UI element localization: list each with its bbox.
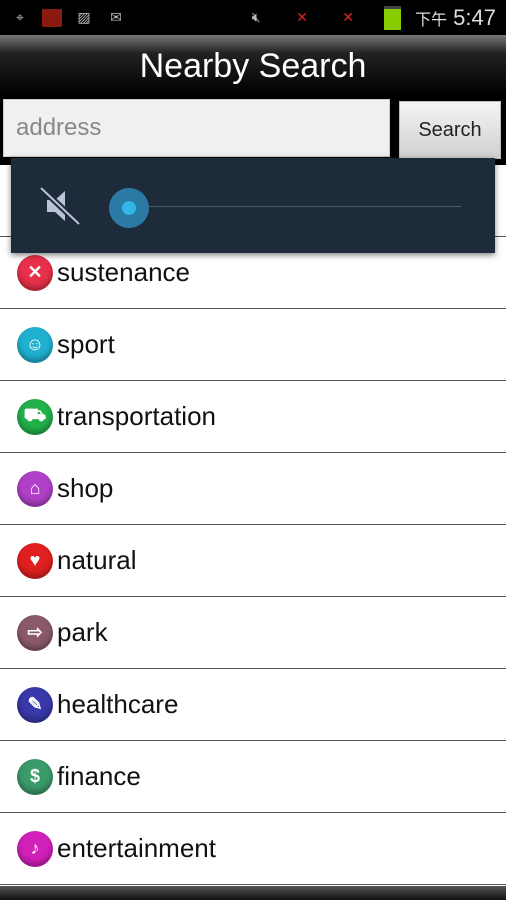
list-item-label: healthcare bbox=[57, 689, 179, 719]
volume-popup bbox=[11, 158, 495, 253]
flag-icon bbox=[42, 8, 62, 27]
park-icon: ⇨ bbox=[17, 614, 53, 651]
healthcare-icon: ✎ bbox=[17, 686, 53, 723]
address-input[interactable]: address bbox=[3, 99, 390, 157]
list-item-label: sport bbox=[57, 329, 115, 359]
time: 5:47 bbox=[453, 4, 496, 30]
am-pm: 下午 bbox=[415, 11, 448, 29]
category-list: ✕ sustenance ☺ sport ⛟ transportation ⌂ shop ♥ na… bbox=[0, 165, 506, 885]
list-item-label: shop bbox=[57, 473, 114, 503]
battery-icon bbox=[384, 5, 402, 30]
natural-icon: ♥ bbox=[17, 542, 53, 579]
no-signal-icon: ✕ bbox=[296, 9, 309, 25]
image-icon: ▨ bbox=[77, 9, 91, 25]
shop-icon: ⌂ bbox=[17, 470, 53, 507]
page-title: Nearby Search bbox=[0, 35, 506, 95]
sustenance-icon: ✕ bbox=[17, 254, 53, 291]
sport-icon: ☺ bbox=[17, 326, 53, 363]
gmail-icon: ✉ bbox=[110, 9, 122, 25]
list-item-natural[interactable]: ♥ natural bbox=[0, 525, 506, 597]
no-signal-icon: ✕ bbox=[342, 9, 355, 25]
search-bar: address Search bbox=[0, 95, 506, 165]
list-item-label: sustenance bbox=[57, 257, 190, 287]
list-item-transportation[interactable]: ⛟ transportation bbox=[0, 381, 506, 453]
status-bar: ⌖ ▨ ✉ 🔇︎ ✕ ✕ 下午 5:47 bbox=[0, 0, 506, 35]
clock: 下午 5:47 bbox=[415, 5, 496, 31]
list-item-entertainment[interactable]: ♪ entertainment bbox=[0, 813, 506, 885]
list-item-label: natural bbox=[57, 545, 137, 575]
entertainment-icon: ♪ bbox=[17, 830, 53, 867]
gps-icon: ⌖ bbox=[16, 9, 24, 25]
list-item-park[interactable]: ⇨ park bbox=[0, 597, 506, 669]
list-item-sport[interactable]: ☺ sport bbox=[0, 309, 506, 381]
volume-slider-track[interactable] bbox=[141, 206, 461, 207]
mute-icon: 🔇︎ bbox=[251, 9, 261, 25]
list-item-label: entertainment bbox=[57, 833, 216, 863]
list-item-finance[interactable]: $ finance bbox=[0, 741, 506, 813]
list-item-shop[interactable]: ⌂ shop bbox=[0, 453, 506, 525]
list-item-label: transportation bbox=[57, 401, 216, 431]
speaker-muted-icon[interactable] bbox=[38, 184, 82, 228]
transportation-icon: ⛟ bbox=[17, 398, 53, 435]
list-item-label: finance bbox=[57, 761, 141, 791]
list-item-label: park bbox=[57, 617, 108, 647]
bottom-bar bbox=[0, 886, 506, 900]
finance-icon: $ bbox=[17, 758, 53, 795]
search-button[interactable]: Search bbox=[399, 101, 501, 159]
list-item-healthcare[interactable]: ✎ healthcare bbox=[0, 669, 506, 741]
volume-slider-thumb[interactable] bbox=[109, 188, 149, 228]
